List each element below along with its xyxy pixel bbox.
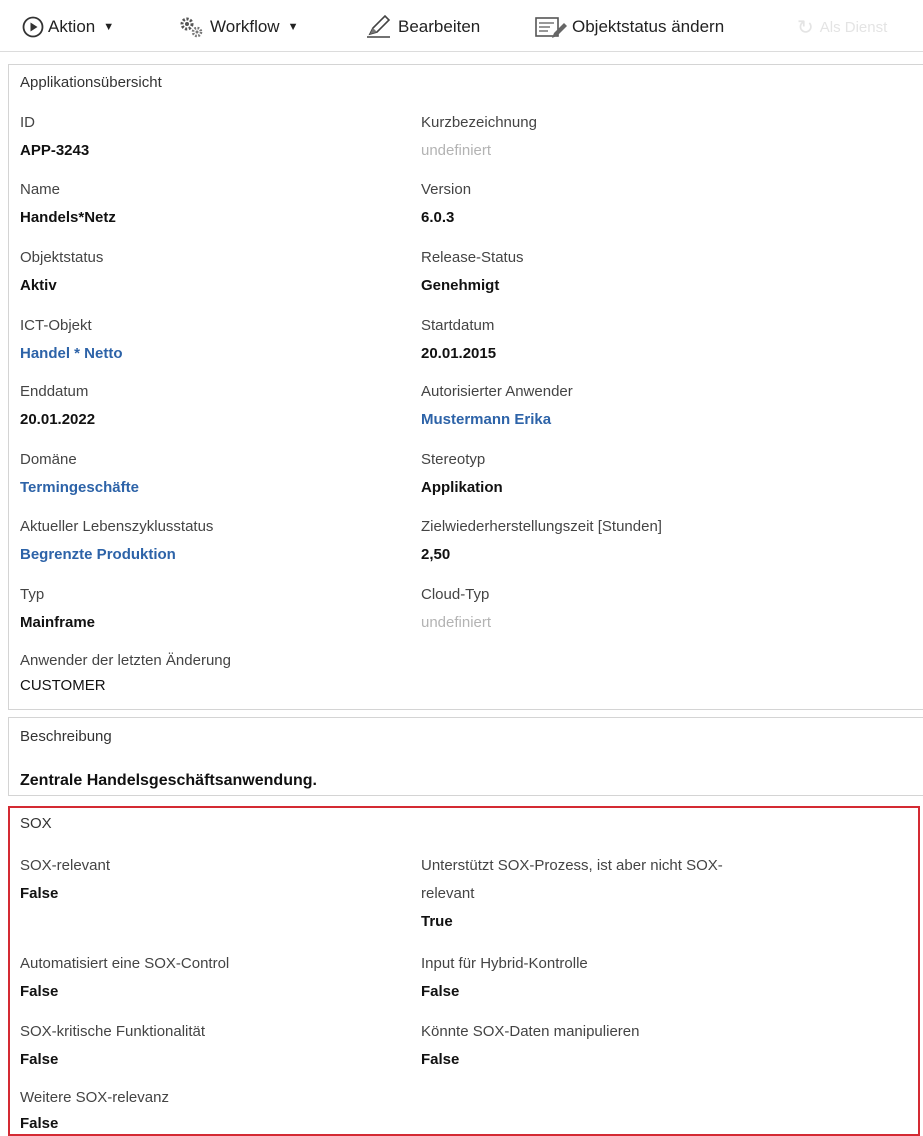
field-supports-sox: Unterstützt SOX-Prozess, ist aber nicht …: [421, 856, 821, 932]
field-ict-object: ICT-Objekt Handel * Netto: [20, 316, 123, 364]
field-label-continued: relevant: [421, 885, 475, 902]
field-label: Stereotyp: [421, 451, 486, 468]
field-label: Automatisiert eine SOX-Control: [20, 955, 230, 972]
description-text: Zentrale Handelsgeschäftsanwendung.: [20, 772, 317, 789]
field-version: Version 6.0.3: [421, 180, 471, 228]
lifecycle-link[interactable]: Begrenzte Produktion: [20, 545, 213, 565]
field-value: 20.01.2015: [421, 345, 497, 362]
field-label: Objektstatus: [20, 249, 104, 266]
field-type: Typ Mainframe: [20, 585, 95, 633]
pencil-icon: [364, 14, 394, 40]
field-value: False: [20, 983, 59, 1000]
field-label: Typ: [20, 586, 45, 603]
field-object-status: Objektstatus Aktiv: [20, 248, 103, 296]
field-label: Unterstützt SOX-Prozess, ist aber nicht …: [421, 857, 723, 874]
field-sox-relevant: SOX-relevant False: [20, 856, 110, 904]
field-manipulate-data: Könnte SOX-Daten manipulieren False: [421, 1022, 639, 1070]
field-authorized-user: Autorisierter Anwender Mustermann Erika: [421, 382, 573, 430]
field-label: ICT-Objekt: [20, 317, 92, 334]
field-label: Enddatum: [20, 383, 89, 400]
field-label: Anwender der letzten Änderung: [20, 652, 231, 669]
field-cloud-type: Cloud-Typ undefiniert: [421, 585, 491, 633]
domain-link[interactable]: Termingeschäfte: [20, 478, 139, 498]
play-circle-icon: [22, 16, 44, 38]
field-label: ID: [20, 114, 35, 131]
field-id: ID APP-3243: [20, 113, 89, 161]
field-value: undefiniert: [421, 142, 492, 159]
field-label: Startdatum: [421, 317, 495, 334]
field-label: Autorisierter Anwender: [421, 383, 573, 400]
sox-title: SOX: [20, 815, 52, 832]
field-label: Version: [421, 181, 472, 198]
field-start-date: Startdatum 20.01.2015: [421, 316, 496, 364]
field-label: Input für Hybrid-Kontrolle: [421, 955, 588, 972]
field-value: False: [20, 1115, 59, 1132]
field-value: undefiniert: [421, 614, 492, 631]
field-label: SOX-kritische Funktionalität: [20, 1023, 206, 1040]
field-value: False: [20, 885, 59, 902]
field-value: True: [421, 913, 453, 930]
authorized-user-link[interactable]: Mustermann Erika: [421, 410, 573, 430]
field-label: Weitere SOX-relevanz: [20, 1089, 169, 1106]
field-hybrid-input: Input für Hybrid-Kontrolle False: [421, 954, 588, 1002]
overview-panel: Applikationsübersicht ID APP-3243 Kurzbe…: [8, 64, 923, 710]
field-end-date: Enddatum 20.01.2022: [20, 382, 95, 430]
description-title: Beschreibung: [20, 728, 112, 745]
description-panel: Beschreibung Zentrale Handelsgeschäftsan…: [8, 717, 923, 796]
field-value: APP-3243: [20, 142, 90, 159]
field-value: Aktiv: [20, 277, 57, 294]
chevron-down-icon: ▼: [103, 21, 115, 33]
field-release-status: Release-Status Genehmigt: [421, 248, 524, 296]
field-value: Mainframe: [20, 614, 96, 631]
field-stereotype: Stereotyp Applikation: [421, 450, 503, 498]
field-last-changed-by: Anwender der letzten Änderung CUSTOMER: [20, 651, 231, 696]
field-label: Name: [20, 181, 61, 198]
toolbar: Aktion ▼ Workflow ▼ Bearbeiten Objektsta…: [0, 0, 923, 52]
overview-title: Applikationsübersicht: [20, 74, 162, 91]
field-value: False: [421, 983, 460, 1000]
as-service-button[interactable]: ↻ Als Dienst: [797, 12, 887, 42]
field-name: Name Handels*Netz: [20, 180, 116, 228]
field-label: Könnte SOX-Daten manipulieren: [421, 1023, 640, 1040]
field-label: Cloud-Typ: [421, 586, 490, 603]
change-status-label: Objektstatus ändern: [572, 17, 725, 36]
workflow-menu-button[interactable]: Workflow ▼: [178, 12, 298, 42]
field-label: Kurzbezeichnung: [421, 114, 537, 131]
chevron-down-icon: ▼: [287, 21, 299, 33]
field-value: Genehmigt: [421, 277, 500, 294]
document-edit-icon: [534, 14, 568, 40]
field-label: Release-Status: [421, 249, 524, 266]
edit-label: Bearbeiten: [398, 17, 481, 36]
edit-button[interactable]: Bearbeiten: [364, 12, 480, 42]
gears-icon: [178, 15, 206, 39]
field-value: Applikation: [421, 479, 503, 496]
field-label: Domäne: [20, 451, 77, 468]
field-rto: Zielwiederherstellungszeit [Stunden] 2,5…: [421, 517, 662, 565]
field-critical-functionality: SOX-kritische Funktionalität False: [20, 1022, 205, 1070]
workflow-label: Workflow: [210, 17, 280, 36]
as-service-label: Als Dienst: [819, 18, 888, 36]
field-label: Aktueller Lebenszyklusstatus: [20, 518, 214, 535]
field-domain: Domäne Termingeschäfte: [20, 450, 139, 498]
field-value: 2,50: [421, 546, 451, 563]
aktion-label: Aktion: [48, 17, 96, 36]
field-label: Zielwiederherstellungszeit [Stunden]: [421, 518, 662, 535]
field-value: 6.0.3: [421, 209, 455, 226]
field-value: Handels*Netz: [20, 209, 116, 226]
sox-panel: SOX SOX-relevant False Unterstützt SOX-P…: [8, 806, 920, 1136]
field-automates-control: Automatisiert eine SOX-Control False: [20, 954, 229, 1002]
refresh-icon: ↻: [797, 16, 814, 39]
aktion-menu-button[interactable]: Aktion ▼: [22, 12, 114, 42]
field-label: SOX-relevant: [20, 857, 111, 874]
change-status-button[interactable]: Objektstatus ändern: [534, 12, 724, 42]
ict-object-link[interactable]: Handel * Netto: [20, 344, 123, 364]
field-value: CUSTOMER: [20, 677, 106, 694]
field-value: False: [20, 1051, 59, 1068]
field-value: False: [421, 1051, 460, 1068]
field-further-relevance: Weitere SOX-relevanz False: [20, 1088, 169, 1134]
field-short-name: Kurzbezeichnung undefiniert: [421, 113, 537, 161]
field-value: 20.01.2022: [20, 411, 96, 428]
field-lifecycle: Aktueller Lebenszyklusstatus Begrenzte P…: [20, 517, 213, 565]
